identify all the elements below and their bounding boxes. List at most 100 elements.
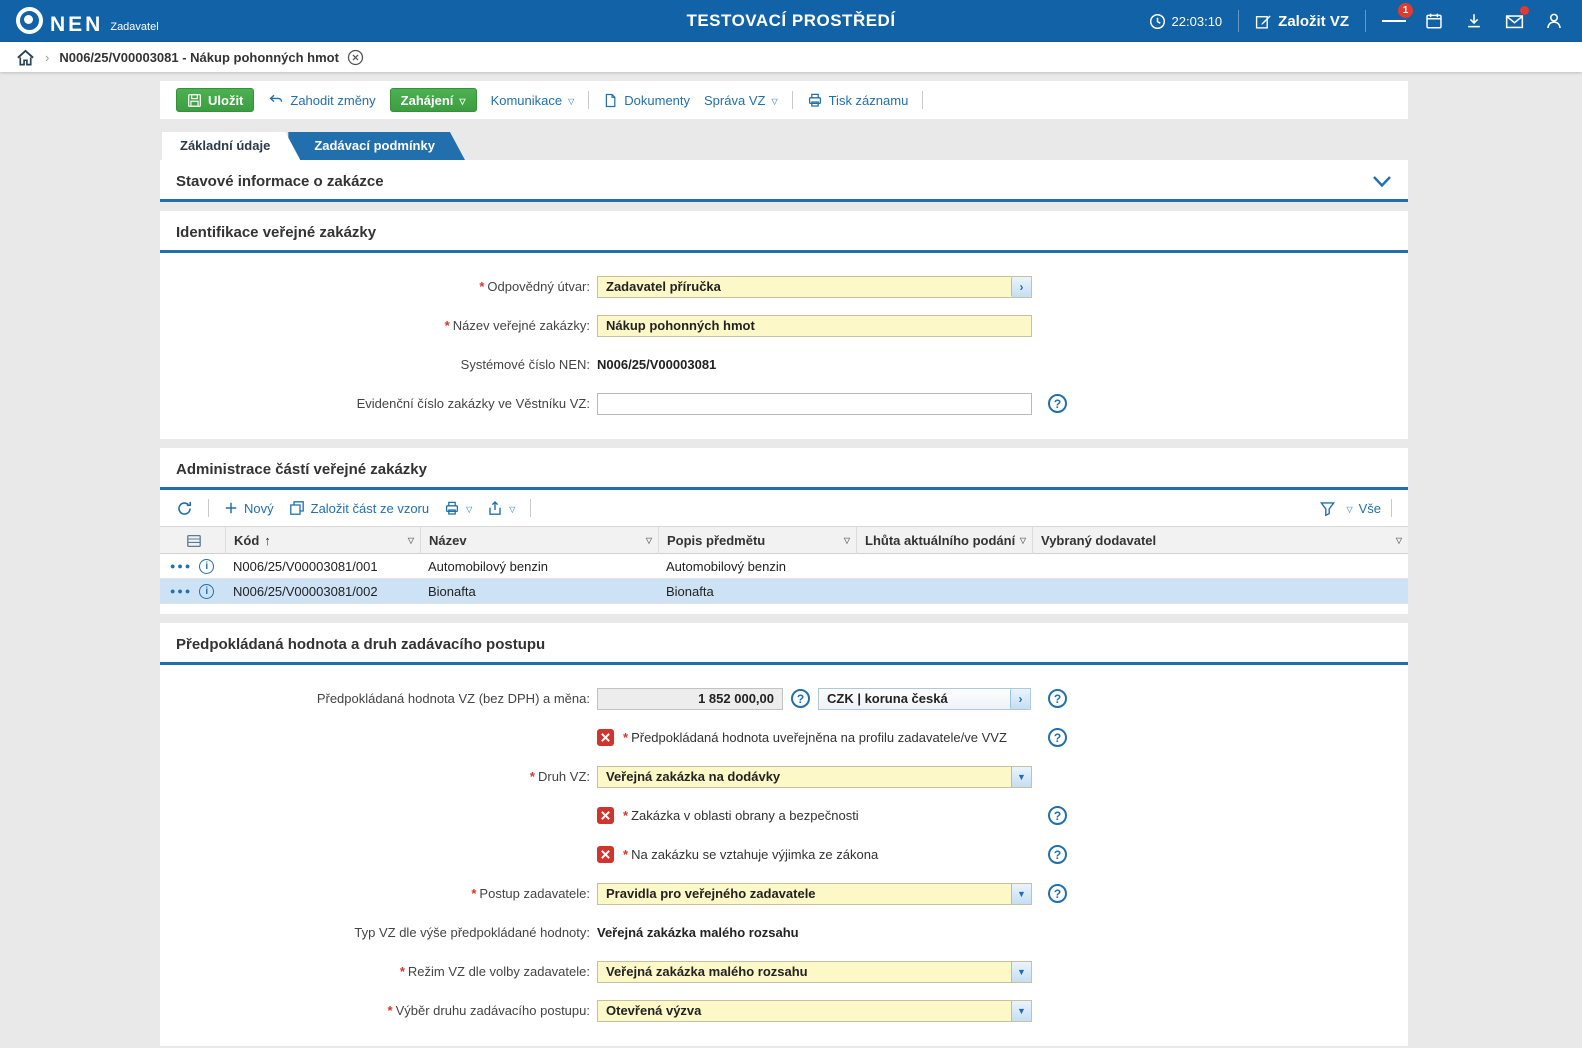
table-row-selected[interactable]: ●●● N006/25/V00003081/002 Bionafta Biona… — [160, 579, 1408, 604]
export-button[interactable]: ▽ — [487, 500, 515, 516]
chevron-down-icon[interactable]: ▽ — [509, 505, 515, 514]
evidence-number-input[interactable] — [597, 393, 1032, 415]
home-icon[interactable] — [16, 48, 35, 67]
close-icon[interactable] — [347, 49, 364, 66]
chevron-down-icon[interactable]: ▼ — [1011, 767, 1031, 787]
section-estimated-value-title: Předpokládaná hodnota a druh zadávacího … — [176, 636, 545, 653]
edit-icon — [1255, 13, 1272, 30]
tab-basic-data-label: Základní údaje — [180, 138, 270, 153]
section-identification: Identifikace veřejné zakázky Odpovědný ú… — [160, 211, 1408, 439]
column-filter-icon[interactable]: ▽ — [1020, 536, 1026, 545]
responsible-unit-picker[interactable]: Zadavatel příručka › — [597, 276, 1032, 298]
column-header-subject-label: Popis předmětu — [667, 533, 765, 548]
checkbox-no-icon[interactable] — [597, 729, 614, 746]
column-filter-icon[interactable]: ▽ — [408, 536, 414, 545]
discard-changes-button[interactable]: Zahodit změny — [268, 92, 375, 108]
table-row[interactable]: ●●● N006/25/V00003081/001 Automobilový b… — [160, 554, 1408, 579]
communication-menu-button[interactable]: Komunikace ▽ — [491, 93, 575, 108]
exception-label: Na zakázku se vztahuje výjimka ze zákona — [623, 847, 878, 862]
value-published-label: Předpokládaná hodnota uveřejněna na prof… — [623, 730, 1007, 745]
nen-logo[interactable]: NEN Zadavatel — [16, 7, 159, 35]
procedure-select[interactable]: Pravidla pro veřejného zadavatele ▼ — [597, 883, 1032, 905]
cell-code: N006/25/V00003081/001 — [225, 559, 420, 574]
refresh-button[interactable] — [176, 500, 193, 517]
new-part-button[interactable]: Nový — [224, 501, 274, 516]
regime-select[interactable]: Veřejná zakázka malého rozsahu ▼ — [597, 961, 1032, 983]
parts-table: Kód ▽ Název ▽ Popis předmětu ▽ Lhůta akt… — [160, 526, 1408, 604]
export-icon — [487, 500, 503, 516]
chevron-down-icon[interactable]: ▽ — [466, 505, 472, 514]
filter-button[interactable] — [1319, 500, 1336, 517]
column-settings-icon[interactable] — [186, 533, 202, 549]
help-icon[interactable] — [1048, 806, 1067, 825]
start-label: Zahájení — [401, 93, 454, 108]
column-header-code[interactable]: Kód ▽ — [225, 527, 420, 554]
parts-table-header: Kód ▽ Název ▽ Popis předmětu ▽ Lhůta akt… — [160, 527, 1408, 554]
procedure-kind-select[interactable]: Otevřená výzva ▼ — [597, 1000, 1032, 1022]
column-filter-icon[interactable]: ▽ — [844, 536, 850, 545]
menu-button[interactable]: 1 — [1382, 9, 1406, 33]
help-icon[interactable] — [1048, 394, 1067, 413]
open-picker-icon[interactable]: › — [1010, 689, 1030, 709]
help-icon[interactable] — [1048, 689, 1067, 708]
contract-name-input[interactable] — [597, 315, 1032, 337]
checkbox-no-icon[interactable] — [597, 846, 614, 863]
printer-icon — [807, 92, 823, 108]
download-button[interactable] — [1462, 9, 1486, 33]
column-header-supplier[interactable]: Vybraný dodavatel ▽ — [1032, 527, 1408, 554]
help-icon[interactable] — [1048, 845, 1067, 864]
cell-name: Automobilový benzin — [420, 559, 658, 574]
breadcrumb-current-label: N006/25/V00003081 - Nákup pohonných hmot — [59, 50, 339, 65]
row-actions-icon[interactable]: ●●● — [170, 586, 192, 596]
row-actions-icon[interactable]: ●●● — [170, 561, 192, 571]
row-info-icon[interactable] — [199, 584, 214, 599]
section-parts-title: Administrace částí veřejné zakázky — [176, 461, 427, 478]
manage-vz-menu-button[interactable]: Správa VZ ▽ — [704, 93, 778, 108]
column-header-name[interactable]: Název ▽ — [420, 527, 658, 554]
chevron-down-icon[interactable]: ▼ — [1011, 1001, 1031, 1021]
chevron-down-icon[interactable]: ▼ — [1011, 962, 1031, 982]
print-record-button[interactable]: Tisk záznamu — [807, 92, 909, 108]
contract-kind-select[interactable]: Veřejná zakázka na dodávky ▼ — [597, 766, 1032, 788]
start-menu-button[interactable]: Zahájení ▽ — [390, 88, 477, 112]
chevron-down-icon[interactable]: ▼ — [1011, 884, 1031, 904]
evidence-number-label: Evidenční číslo zakázky ve Věstníku VZ: — [160, 396, 597, 411]
expand-section-button[interactable] — [1372, 175, 1392, 188]
column-header-subject[interactable]: Popis předmětu ▽ — [658, 527, 856, 554]
column-filter-icon[interactable]: ▽ — [646, 536, 652, 545]
view-all-dropdown[interactable]: ▽ Vše — [1346, 501, 1381, 516]
system-number-value: N006/25/V00003081 — [597, 357, 716, 372]
documents-button[interactable]: Dokumenty — [603, 93, 690, 108]
document-icon — [603, 93, 618, 108]
tab-tender-conditions-label: Zadávací podmínky — [314, 138, 435, 153]
column-header-deadline[interactable]: Lhůta aktuálního podání ▽ — [856, 527, 1032, 554]
print-table-button[interactable]: ▽ — [444, 500, 472, 516]
breadcrumb-current-tab[interactable]: N006/25/V00003081 - Nákup pohonných hmot — [59, 49, 364, 66]
help-icon[interactable] — [791, 689, 810, 708]
column-filter-icon[interactable]: ▽ — [1396, 536, 1402, 545]
checkbox-no-icon[interactable] — [597, 807, 614, 824]
tab-tender-conditions[interactable]: Zadávací podmínky — [288, 132, 465, 160]
profile-button[interactable] — [1542, 9, 1566, 33]
save-button[interactable]: Uložit — [176, 88, 254, 112]
divider — [588, 91, 589, 109]
tab-basic-data[interactable]: Základní údaje — [162, 132, 300, 160]
divider — [1391, 499, 1392, 517]
clock-time: 22:03:10 — [1172, 14, 1223, 29]
plus-icon — [224, 501, 238, 515]
defense-label: Zakázka v oblasti obrany a bezpečnosti — [623, 808, 859, 823]
create-vz-label: Založit VZ — [1278, 13, 1349, 30]
calendar-button[interactable] — [1422, 9, 1446, 33]
row-info-icon[interactable] — [199, 559, 214, 574]
estimated-value-input[interactable] — [597, 688, 783, 710]
help-icon[interactable] — [1048, 728, 1067, 747]
create-part-from-template-button[interactable]: Založit část ze vzoru — [289, 500, 430, 516]
open-picker-icon[interactable]: › — [1011, 277, 1031, 297]
breadcrumb: › N006/25/V00003081 - Nákup pohonných hm… — [0, 42, 1582, 72]
currency-select[interactable]: CZK | koruna česká › — [818, 688, 1031, 710]
contract-kind-label: Druh VZ: — [160, 769, 597, 784]
mail-button[interactable] — [1502, 9, 1526, 33]
procedure-value: Pravidla pro veřejného zadavatele — [598, 884, 1011, 904]
help-icon[interactable] — [1048, 884, 1067, 903]
create-vz-button[interactable]: Založit VZ — [1255, 13, 1349, 30]
